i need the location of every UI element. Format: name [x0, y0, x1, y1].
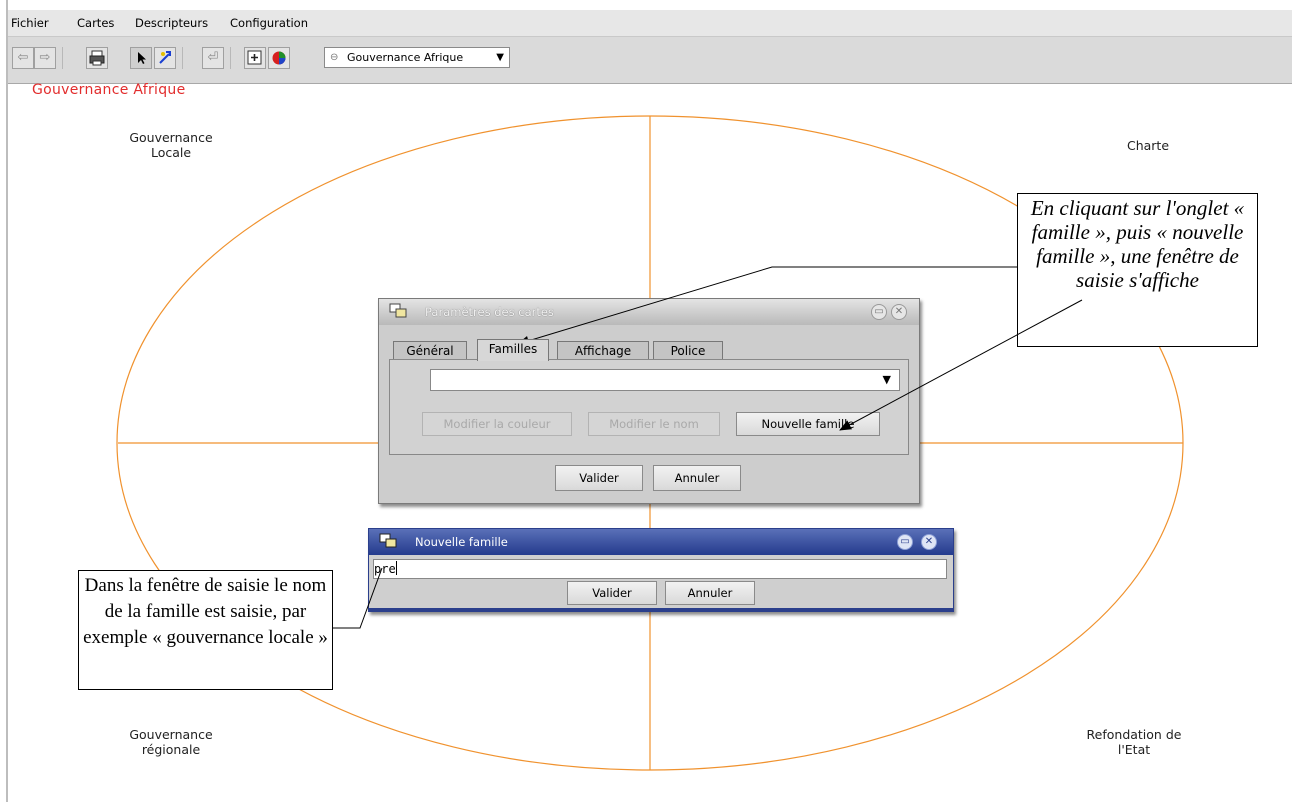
- line-to-family-input: [333, 567, 383, 629]
- tab-familles[interactable]: Familles: [477, 339, 549, 361]
- callout-connectors: [333, 266, 1083, 629]
- arrow-to-new-family-button: [839, 299, 1083, 431]
- arrow-to-familles-tab: [517, 266, 1017, 346]
